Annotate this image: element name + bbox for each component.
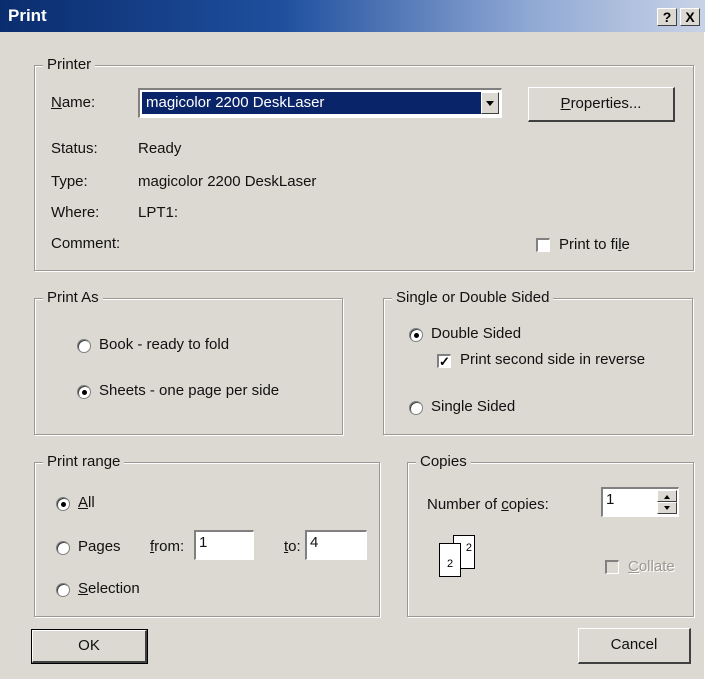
to-label: to: xyxy=(284,538,301,555)
sheets-radio[interactable] xyxy=(77,385,91,399)
print-as-group-label: Print As xyxy=(43,289,103,306)
from-label: from: xyxy=(150,538,185,555)
copies-group-label: Copies xyxy=(416,453,471,470)
sided-group-label: Single or Double Sided xyxy=(392,289,554,306)
comment-label: Comment: xyxy=(51,235,121,252)
page-front-icon: 2 xyxy=(439,543,461,577)
type-label: Type: xyxy=(51,173,88,190)
chevron-down-icon xyxy=(486,101,494,106)
number-of-copies-label: Number of copies: xyxy=(427,496,549,513)
double-sided-radio[interactable] xyxy=(409,328,423,342)
selection-label[interactable]: Selection xyxy=(78,580,140,597)
status-value: Ready xyxy=(138,140,182,157)
status-label: Status: xyxy=(51,140,98,157)
book-label[interactable]: Book - ready to fold xyxy=(99,336,229,353)
where-value: LPT1: xyxy=(138,204,179,221)
up-arrow-icon xyxy=(664,495,670,499)
spin-down-button[interactable] xyxy=(657,502,677,514)
cancel-button[interactable]: Cancel xyxy=(578,628,691,664)
reverse-label[interactable]: Print second side in reverse xyxy=(460,351,645,368)
help-button[interactable]: ? xyxy=(657,8,677,26)
down-arrow-icon xyxy=(664,506,670,510)
dropdown-button[interactable] xyxy=(481,92,499,114)
selection-radio[interactable] xyxy=(56,583,70,597)
title-bar[interactable]: Print ? X xyxy=(0,0,705,32)
to-input[interactable]: 4 xyxy=(305,530,367,560)
printer-group-label: Printer xyxy=(43,56,96,73)
single-sided-label[interactable]: Single Sided xyxy=(431,398,515,415)
properties-button[interactable]: Properties... xyxy=(528,87,675,122)
print-range-group-label: Print range xyxy=(43,453,125,470)
type-value: magicolor 2200 DeskLaser xyxy=(138,173,317,190)
single-sided-radio[interactable] xyxy=(409,401,423,415)
copies-value: 1 xyxy=(606,491,615,508)
ok-button[interactable]: OK xyxy=(31,629,148,664)
copies-input[interactable]: 1 xyxy=(601,487,679,517)
print-dialog: Print ? X Printer Name: magicolor 2200 D… xyxy=(0,0,705,679)
double-sided-label[interactable]: Double Sided xyxy=(431,325,521,342)
collate-label[interactable]: Collate xyxy=(628,558,675,575)
name-label: Name: xyxy=(51,94,96,111)
print-to-file-checkbox[interactable] xyxy=(536,238,550,252)
from-input[interactable]: 1 xyxy=(194,530,254,560)
close-button[interactable]: X xyxy=(680,8,700,26)
pages-radio[interactable] xyxy=(56,541,70,555)
pages-label[interactable]: Pages xyxy=(78,538,121,555)
all-label[interactable]: All xyxy=(78,494,95,511)
printer-name-select[interactable]: magicolor 2200 DeskLaser xyxy=(138,88,502,118)
collate-pages-icon: 2 2 xyxy=(439,535,475,583)
all-radio[interactable] xyxy=(56,497,70,511)
window-title: Print xyxy=(8,6,47,25)
print-to-file-label[interactable]: Print to file xyxy=(559,236,630,253)
reverse-checkbox[interactable]: ✓ xyxy=(437,354,451,368)
where-label: Where: xyxy=(51,204,100,221)
sheets-label[interactable]: Sheets - one page per side xyxy=(99,382,279,399)
printer-name-value: magicolor 2200 DeskLaser xyxy=(146,94,325,111)
collate-checkbox[interactable] xyxy=(605,560,619,574)
print-as-group: Print As xyxy=(34,289,343,435)
book-radio[interactable] xyxy=(77,339,91,353)
spin-up-button[interactable] xyxy=(657,490,677,502)
